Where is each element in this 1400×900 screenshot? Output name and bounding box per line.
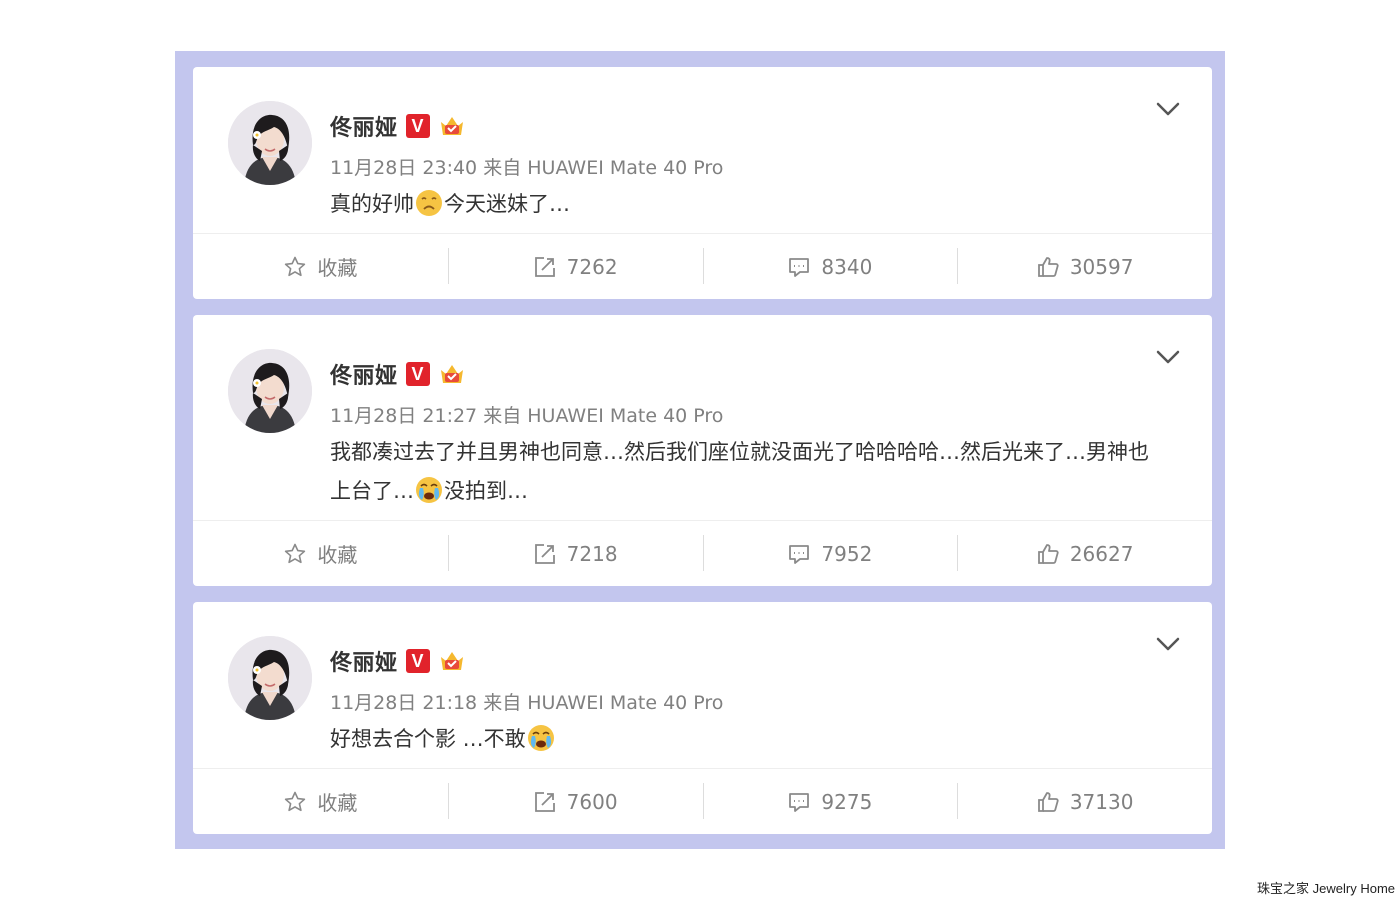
favorite-label: 收藏 [317, 791, 358, 815]
fan-badge-icon[interactable] [438, 113, 466, 139]
post-meta: 11月28日 21:27 来自 HUAWEI Mate 40 Pro [330, 401, 723, 428]
post-card: 佟丽娅 V 11月28日 21:18 来自 HUAWEI Mate 40 Pro… [193, 602, 1212, 834]
post-source[interactable]: HUAWEI Mate 40 Pro [527, 692, 723, 714]
comment-button[interactable]: 9275 [702, 769, 958, 834]
source-prefix: 来自 [483, 405, 522, 427]
source-prefix: 来自 [483, 692, 522, 714]
like-icon [1036, 542, 1060, 566]
post-text: 我都凑过去了并且男神也同意…然后我们座位就没面光了哈哈哈哈…然后光来了…男神也上… [330, 433, 1160, 511]
post-text-part: 没拍到… [444, 479, 528, 503]
favorite-label: 收藏 [317, 256, 358, 280]
like-icon [1036, 790, 1060, 814]
repost-icon [533, 542, 557, 566]
verified-icon: V [405, 649, 430, 673]
feed-frame: 佟丽娅 V 11月28日 23:40 来自 HUAWEI Mate 40 Pro… [175, 51, 1225, 849]
like-count: 30597 [1069, 254, 1134, 279]
star-icon [283, 542, 307, 566]
comment-icon [787, 542, 811, 566]
repost-button[interactable]: 7262 [447, 234, 703, 299]
favorite-label: 收藏 [317, 543, 358, 567]
avatar-image [228, 101, 312, 185]
repost-button[interactable]: 7218 [447, 521, 703, 586]
like-icon [1036, 255, 1060, 279]
comment-count: 8340 [821, 254, 873, 279]
post-time[interactable]: 11月28日 21:27 [330, 405, 477, 427]
favorite-button[interactable]: 收藏 [193, 521, 448, 586]
name-row: 佟丽娅 V [330, 359, 466, 389]
avatar[interactable] [228, 636, 312, 720]
chevron-down-icon[interactable] [1154, 99, 1182, 119]
user-name[interactable]: 佟丽娅 [330, 110, 398, 142]
avatar[interactable] [228, 101, 312, 185]
name-row: 佟丽娅 V [330, 646, 466, 676]
post-meta: 11月28日 21:18 来自 HUAWEI Mate 40 Pro [330, 688, 723, 715]
post-card: 佟丽娅 V 11月28日 21:27 来自 HUAWEI Mate 40 Pro… [193, 315, 1212, 586]
avatar[interactable] [228, 349, 312, 433]
comment-icon [787, 790, 811, 814]
like-button[interactable]: 26627 [957, 521, 1212, 586]
verified-icon: V [405, 114, 430, 138]
post-card: 佟丽娅 V 11月28日 23:40 来自 HUAWEI Mate 40 Pro… [193, 67, 1212, 299]
name-row: 佟丽娅 V [330, 111, 466, 141]
post-meta: 11月28日 23:40 来自 HUAWEI Mate 40 Pro [330, 153, 723, 180]
like-button[interactable]: 37130 [957, 769, 1212, 834]
fan-badge-icon[interactable] [438, 361, 466, 387]
verified-icon: V [405, 362, 430, 386]
like-button[interactable]: 30597 [957, 234, 1212, 299]
comment-button[interactable]: 8340 [702, 234, 958, 299]
chevron-down-icon[interactable] [1154, 634, 1182, 654]
post-text: 好想去合个影 …不敢 [330, 720, 1160, 759]
repost-icon [533, 255, 557, 279]
post-source[interactable]: HUAWEI Mate 40 Pro [527, 405, 723, 427]
fan-badge-icon[interactable] [438, 648, 466, 674]
avatar-image [228, 349, 312, 433]
star-icon [283, 255, 307, 279]
post-text-part: 好想去合个影 …不敢 [330, 727, 526, 751]
repost-count: 7262 [566, 254, 618, 279]
repost-icon [533, 790, 557, 814]
post-source[interactable]: HUAWEI Mate 40 Pro [527, 157, 723, 179]
watermark: 珠宝之家 Jewelry Home [1257, 881, 1395, 896]
avatar-image [228, 636, 312, 720]
source-prefix: 来自 [483, 157, 522, 179]
post-text-part: 今天迷妹了… [444, 192, 570, 216]
action-bar: 收藏 7262 8340 30597 [193, 233, 1212, 299]
repost-button[interactable]: 7600 [447, 769, 703, 834]
favorite-button[interactable]: 收藏 [193, 769, 448, 834]
repost-count: 7600 [566, 789, 618, 814]
post-time[interactable]: 11月28日 21:18 [330, 692, 477, 714]
comment-count: 7952 [821, 541, 873, 566]
crying-face-emoji [414, 475, 444, 505]
crying-face-emoji [526, 723, 556, 753]
chevron-down-icon[interactable] [1154, 347, 1182, 367]
comment-icon [787, 255, 811, 279]
user-name[interactable]: 佟丽娅 [330, 358, 398, 390]
post-text: 真的好帅 今天迷妹了… [330, 185, 1160, 224]
post-time[interactable]: 11月28日 23:40 [330, 157, 477, 179]
post-text-part: 真的好帅 [330, 192, 414, 216]
favorite-button[interactable]: 收藏 [193, 234, 448, 299]
comment-button[interactable]: 7952 [702, 521, 958, 586]
action-bar: 收藏 7600 9275 37130 [193, 768, 1212, 834]
action-bar: 收藏 7218 7952 26627 [193, 520, 1212, 586]
comment-count: 9275 [821, 789, 873, 814]
repost-count: 7218 [566, 541, 618, 566]
star-icon [283, 790, 307, 814]
like-count: 37130 [1069, 789, 1134, 814]
like-count: 26627 [1069, 541, 1134, 566]
sad-face-emoji [414, 188, 444, 218]
user-name[interactable]: 佟丽娅 [330, 645, 398, 677]
